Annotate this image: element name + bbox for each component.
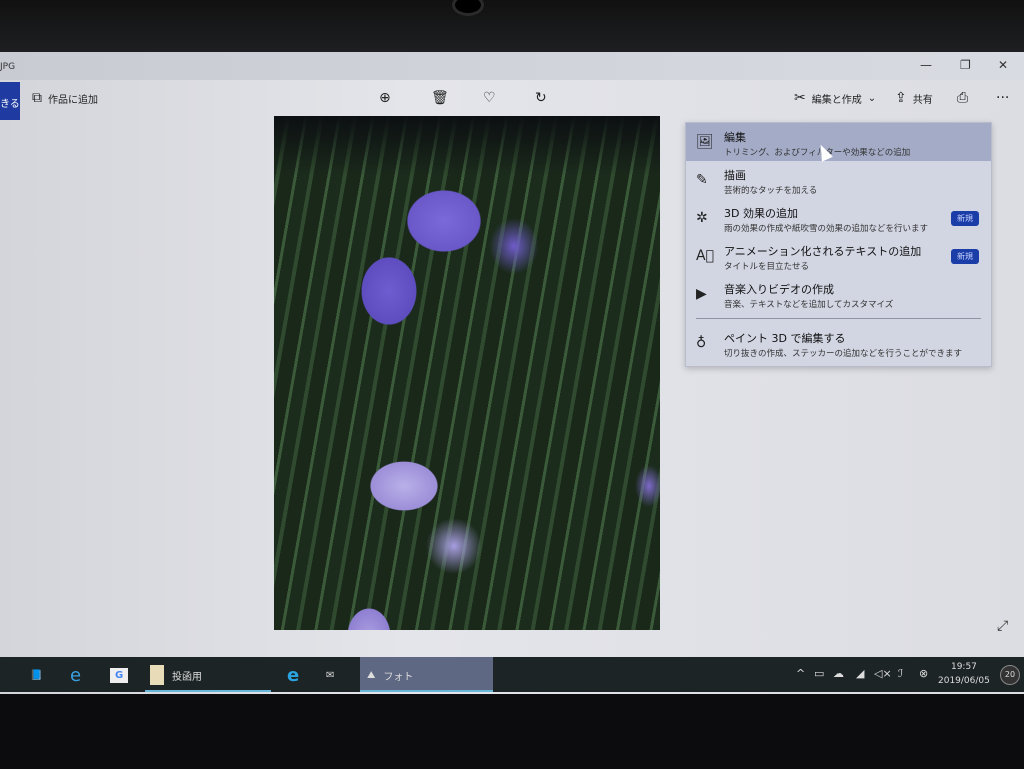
file-icon xyxy=(150,665,164,685)
menu-item-edit[interactable]: 🖼 編集トリミング、およびフィルターや効果などの追加 xyxy=(686,123,991,161)
menu-item-title: ペイント 3D で編集する xyxy=(724,332,846,345)
edge-icon: e xyxy=(287,664,300,686)
webcam xyxy=(452,0,484,16)
add-to-creation-label: 作品に追加 xyxy=(48,94,98,106)
menu-item-title: 編集 xyxy=(724,131,746,144)
taskbar-folder[interactable]: 投函用 xyxy=(150,664,202,686)
close-circle-icon[interactable]: ⊗ xyxy=(919,667,928,680)
expand-icon[interactable]: ⤢ xyxy=(997,618,1008,634)
onedrive-icon[interactable]: ☁ xyxy=(833,667,844,680)
wifi-icon[interactable]: ◢ xyxy=(856,667,864,680)
new-badge: 新規 xyxy=(951,211,979,226)
video-icon: ▶ xyxy=(696,286,707,302)
edit-create-label: 編集と作成 xyxy=(811,94,862,106)
action-center-button[interactable]: 20 xyxy=(1000,665,1020,685)
pen-icon: ✎ xyxy=(696,172,708,188)
heart-icon: ♡ xyxy=(483,90,496,106)
zoom-in-icon: ⊕ xyxy=(379,90,391,106)
paint3d-icon: ♁ xyxy=(696,335,707,351)
zoom-in-button[interactable]: ⊕ xyxy=(379,90,391,106)
close-button[interactable]: ✕ xyxy=(998,58,1008,72)
toolbar: きる ⧉ 作品に追加 ⊕ 🗑 ♡ ↻ ✂ 編集と作成 ⌄ ⇪ 共有 ⎙ ··· xyxy=(0,80,1024,120)
pen-workspace-icon[interactable]: ℐ xyxy=(898,667,903,680)
share-button[interactable]: ⇪ 共有 xyxy=(895,90,933,106)
menu-item-subtitle: 切り抜きの作成、ステッカーの追加などを行うことができます xyxy=(724,349,963,359)
taskbar-photos[interactable]: ⛰ フォト xyxy=(367,664,413,686)
notepad-icon: 📘 xyxy=(30,669,43,681)
more-button[interactable]: ··· xyxy=(996,90,1009,106)
share-label: 共有 xyxy=(912,94,933,106)
menu-item-draw[interactable]: ✎ 描画芸術的なタッチを加える xyxy=(686,161,991,199)
taskbar-google[interactable]: G xyxy=(110,664,129,686)
battery-icon[interactable]: ▭ xyxy=(814,667,824,680)
photos-label: フォト xyxy=(383,671,414,683)
menu-divider xyxy=(696,318,981,319)
running-indicator xyxy=(360,690,493,692)
add-to-creation-icon: ⧉ xyxy=(32,90,42,106)
rotate-icon: ↻ xyxy=(535,90,547,106)
favorite-button[interactable]: ♡ xyxy=(483,90,496,106)
ie-icon: e xyxy=(70,664,82,686)
window-title: JPG xyxy=(0,62,16,72)
laptop-bezel xyxy=(0,0,1024,52)
image-edit-icon: 🖼 xyxy=(696,134,714,150)
clock[interactable]: 19:57 2019/06/05 xyxy=(938,660,990,688)
animated-text-icon: A⃞ xyxy=(696,248,714,264)
sparkle-icon: ✲ xyxy=(696,210,708,226)
trash-icon: 🗑 xyxy=(431,90,449,106)
menu-item-subtitle: 音楽、テキストなどを追加してカスタマイズ xyxy=(724,300,894,310)
delete-button[interactable]: 🗑 xyxy=(431,90,449,106)
taskbar-mail[interactable]: ✉ xyxy=(326,664,334,686)
volume-muted-icon[interactable]: ◁× xyxy=(874,667,892,680)
menu-item-title: 音楽入りビデオの作成 xyxy=(724,283,834,296)
folder-label: 投函用 xyxy=(172,671,202,683)
edit-create-button[interactable]: ✂ 編集と作成 ⌄ xyxy=(794,90,876,106)
share-icon: ⇪ xyxy=(895,90,907,106)
google-icon: G xyxy=(110,667,129,683)
menu-item-animated-text[interactable]: A⃞ アニメーション化されるテキストの追加 タイトルを目立たせる 新規 xyxy=(686,237,991,275)
menu-item-paint3d[interactable]: ♁ ペイント 3D で編集する切り抜きの作成、ステッカーの追加などを行うことができ… xyxy=(686,324,991,362)
show-hidden-icons[interactable]: ^ xyxy=(796,667,805,680)
taskbar-edge[interactable]: e xyxy=(287,664,299,686)
iris-photo xyxy=(274,116,660,630)
menu-item-music-video[interactable]: ▶ 音楽入りビデオの作成音楽、テキストなどを追加してカスタマイズ xyxy=(686,275,991,313)
edit-create-menu: 🖼 編集トリミング、およびフィルターや効果などの追加 ✎ 描画芸術的なタッチを加える… xyxy=(685,122,992,367)
printer-icon: ⎙ xyxy=(957,90,969,106)
time: 19:57 xyxy=(950,662,977,672)
taskbar-ie[interactable]: e xyxy=(70,664,81,686)
running-indicator xyxy=(145,690,271,692)
minimize-button[interactable]: — xyxy=(920,58,932,72)
taskbar: 📘 e G 投函用 e ✉ ⛰ フォト ^ ▭ ☁ ◢ ◁× ℐ ⊗ 19:57 2… xyxy=(0,657,1024,692)
menu-item-3d-effects[interactable]: ✲ 3D 効果の追加 雨の効果の作成や紙吹雪の効果の追加などを行います 新規 xyxy=(686,199,991,237)
title-bar: JPG — ❐ ✕ xyxy=(0,52,1024,80)
restore-button[interactable]: ❐ xyxy=(960,58,971,72)
menu-item-subtitle: 芸術的なタッチを加える xyxy=(724,186,818,196)
menu-item-title: 描画 xyxy=(724,169,746,182)
photos-icon: ⛰ xyxy=(367,669,376,681)
add-to-creation-button[interactable]: ⧉ 作品に追加 xyxy=(32,90,98,106)
date: 2019/06/05 xyxy=(938,676,990,686)
rotate-button[interactable]: ↻ xyxy=(535,90,547,106)
new-badge: 新規 xyxy=(951,249,979,264)
mail-icon: ✉ xyxy=(326,669,335,681)
back-button[interactable]: きる xyxy=(0,82,20,120)
print-button[interactable]: ⎙ xyxy=(957,90,968,106)
chevron-down-icon: ⌄ xyxy=(867,92,877,104)
taskbar-notepad[interactable]: 📘 xyxy=(30,664,42,686)
menu-item-subtitle: トリミング、およびフィルターや効果などの追加 xyxy=(724,148,911,158)
screen: JPG — ❐ ✕ きる ⧉ 作品に追加 ⊕ 🗑 ♡ ↻ ✂ 編集と作成 ⌄ ⇪ 共有 … xyxy=(0,52,1024,694)
edit-create-icon: ✂ xyxy=(794,90,806,106)
